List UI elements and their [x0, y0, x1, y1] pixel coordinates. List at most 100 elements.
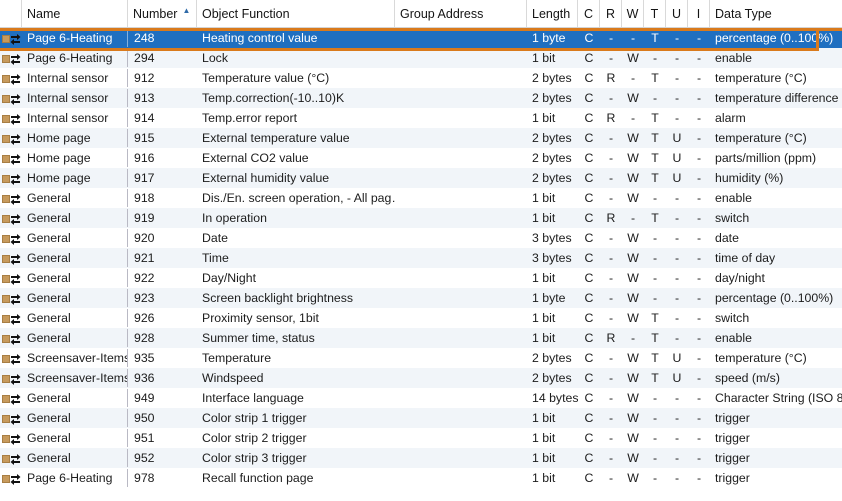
cell-name[interactable]: General [22, 288, 128, 308]
cell-number[interactable]: 950 [128, 408, 197, 428]
cell-u[interactable]: - [666, 28, 688, 48]
cell-t[interactable]: T [644, 148, 666, 168]
cell-group-address[interactable] [395, 108, 527, 128]
cell-t[interactable]: - [644, 408, 666, 428]
cell-i[interactable]: - [688, 348, 710, 368]
table-row[interactable]: Screensaver-Items 935Temperature2 bytesC… [0, 348, 842, 368]
cell-group-address[interactable] [395, 428, 527, 448]
cell-dtype[interactable]: trigger [710, 408, 842, 428]
communication-object-icon[interactable] [0, 88, 22, 108]
cell-r[interactable]: - [600, 128, 622, 148]
cell-u[interactable]: U [666, 148, 688, 168]
cell-i[interactable]: - [688, 388, 710, 408]
cell-u[interactable]: - [666, 88, 688, 108]
cell-i[interactable]: - [688, 408, 710, 428]
communication-object-icon[interactable] [0, 28, 22, 48]
cell-r[interactable]: - [600, 228, 622, 248]
cell-r[interactable]: - [600, 348, 622, 368]
cell-object-function[interactable]: Time [197, 248, 395, 268]
cell-number[interactable]: 914 [128, 108, 197, 128]
cell-name[interactable]: General [22, 228, 128, 248]
cell-name[interactable]: Internal sensor [22, 88, 128, 108]
cell-c[interactable]: C [578, 468, 600, 488]
cell-i[interactable]: - [688, 428, 710, 448]
cell-c[interactable]: C [578, 128, 600, 148]
cell-length[interactable]: 2 bytes [527, 68, 578, 88]
cell-dtype[interactable]: enable [710, 188, 842, 208]
cell-c[interactable]: C [578, 388, 600, 408]
cell-dtype[interactable]: enable [710, 48, 842, 68]
cell-u[interactable]: - [666, 188, 688, 208]
cell-group-address[interactable] [395, 288, 527, 308]
cell-r[interactable]: - [600, 468, 622, 488]
column-header-icon[interactable] [0, 0, 22, 27]
cell-dtype[interactable]: temperature (°C) [710, 68, 842, 88]
table-row[interactable]: General922Day/Night1 bitC-W---day/night [0, 268, 842, 288]
cell-w[interactable]: W [622, 288, 644, 308]
cell-u[interactable]: - [666, 248, 688, 268]
cell-number[interactable]: 949 [128, 388, 197, 408]
cell-group-address[interactable] [395, 328, 527, 348]
cell-c[interactable]: C [578, 168, 600, 188]
cell-number[interactable]: 915 [128, 128, 197, 148]
communication-object-icon[interactable] [0, 148, 22, 168]
cell-number[interactable]: 918 [128, 188, 197, 208]
cell-group-address[interactable] [395, 388, 527, 408]
cell-i[interactable]: - [688, 448, 710, 468]
cell-object-function[interactable]: Temp.error report [197, 108, 395, 128]
cell-number[interactable]: 913 [128, 88, 197, 108]
cell-object-function[interactable]: Temperature value (°C) [197, 68, 395, 88]
cell-name[interactable]: General [22, 188, 128, 208]
cell-number[interactable]: 952 [128, 448, 197, 468]
cell-w[interactable]: - [622, 28, 644, 48]
communication-object-icon[interactable] [0, 228, 22, 248]
cell-t[interactable]: T [644, 348, 666, 368]
cell-w[interactable]: W [622, 148, 644, 168]
cell-object-function[interactable]: External humidity value [197, 168, 395, 188]
cell-r[interactable]: R [600, 68, 622, 88]
cell-group-address[interactable] [395, 128, 527, 148]
cell-object-function[interactable]: Summer time, status [197, 328, 395, 348]
cell-r[interactable]: - [600, 28, 622, 48]
cell-number[interactable]: 928 [128, 328, 197, 348]
cell-r[interactable]: R [600, 108, 622, 128]
cell-u[interactable]: - [666, 288, 688, 308]
cell-c[interactable]: C [578, 368, 600, 388]
communication-object-icon[interactable] [0, 408, 22, 428]
cell-r[interactable]: - [600, 188, 622, 208]
communication-object-icon[interactable] [0, 188, 22, 208]
cell-object-function[interactable]: Windspeed [197, 368, 395, 388]
cell-dtype[interactable]: day/night [710, 268, 842, 288]
cell-length[interactable]: 3 bytes [527, 228, 578, 248]
cell-length[interactable]: 1 bit [527, 188, 578, 208]
cell-length[interactable]: 1 bit [527, 48, 578, 68]
cell-t[interactable]: - [644, 248, 666, 268]
cell-t[interactable]: - [644, 388, 666, 408]
cell-r[interactable]: - [600, 48, 622, 68]
cell-c[interactable]: C [578, 288, 600, 308]
cell-t[interactable]: - [644, 188, 666, 208]
cell-r[interactable]: - [600, 88, 622, 108]
cell-name[interactable]: General [22, 268, 128, 288]
cell-object-function[interactable]: External CO2 value [197, 148, 395, 168]
table-row[interactable]: General928Summer time, status1 bitCR-T--… [0, 328, 842, 348]
communication-object-icon[interactable] [0, 168, 22, 188]
cell-dtype[interactable]: percentage (0..100%) [710, 288, 842, 308]
cell-c[interactable]: C [578, 48, 600, 68]
cell-w[interactable]: W [622, 88, 644, 108]
cell-w[interactable]: W [622, 468, 644, 488]
cell-c[interactable]: C [578, 308, 600, 328]
cell-u[interactable]: - [666, 388, 688, 408]
cell-r[interactable]: - [600, 368, 622, 388]
cell-dtype[interactable]: trigger [710, 428, 842, 448]
cell-dtype[interactable]: trigger [710, 468, 842, 488]
cell-length[interactable]: 1 bit [527, 268, 578, 288]
cell-u[interactable]: - [666, 68, 688, 88]
cell-w[interactable]: W [622, 228, 644, 248]
communication-object-icon[interactable] [0, 448, 22, 468]
cell-w[interactable]: W [622, 368, 644, 388]
column-header-data-type[interactable]: Data Type [710, 0, 842, 27]
cell-dtype[interactable]: temperature (°C) [710, 128, 842, 148]
cell-c[interactable]: C [578, 148, 600, 168]
cell-r[interactable]: - [600, 308, 622, 328]
